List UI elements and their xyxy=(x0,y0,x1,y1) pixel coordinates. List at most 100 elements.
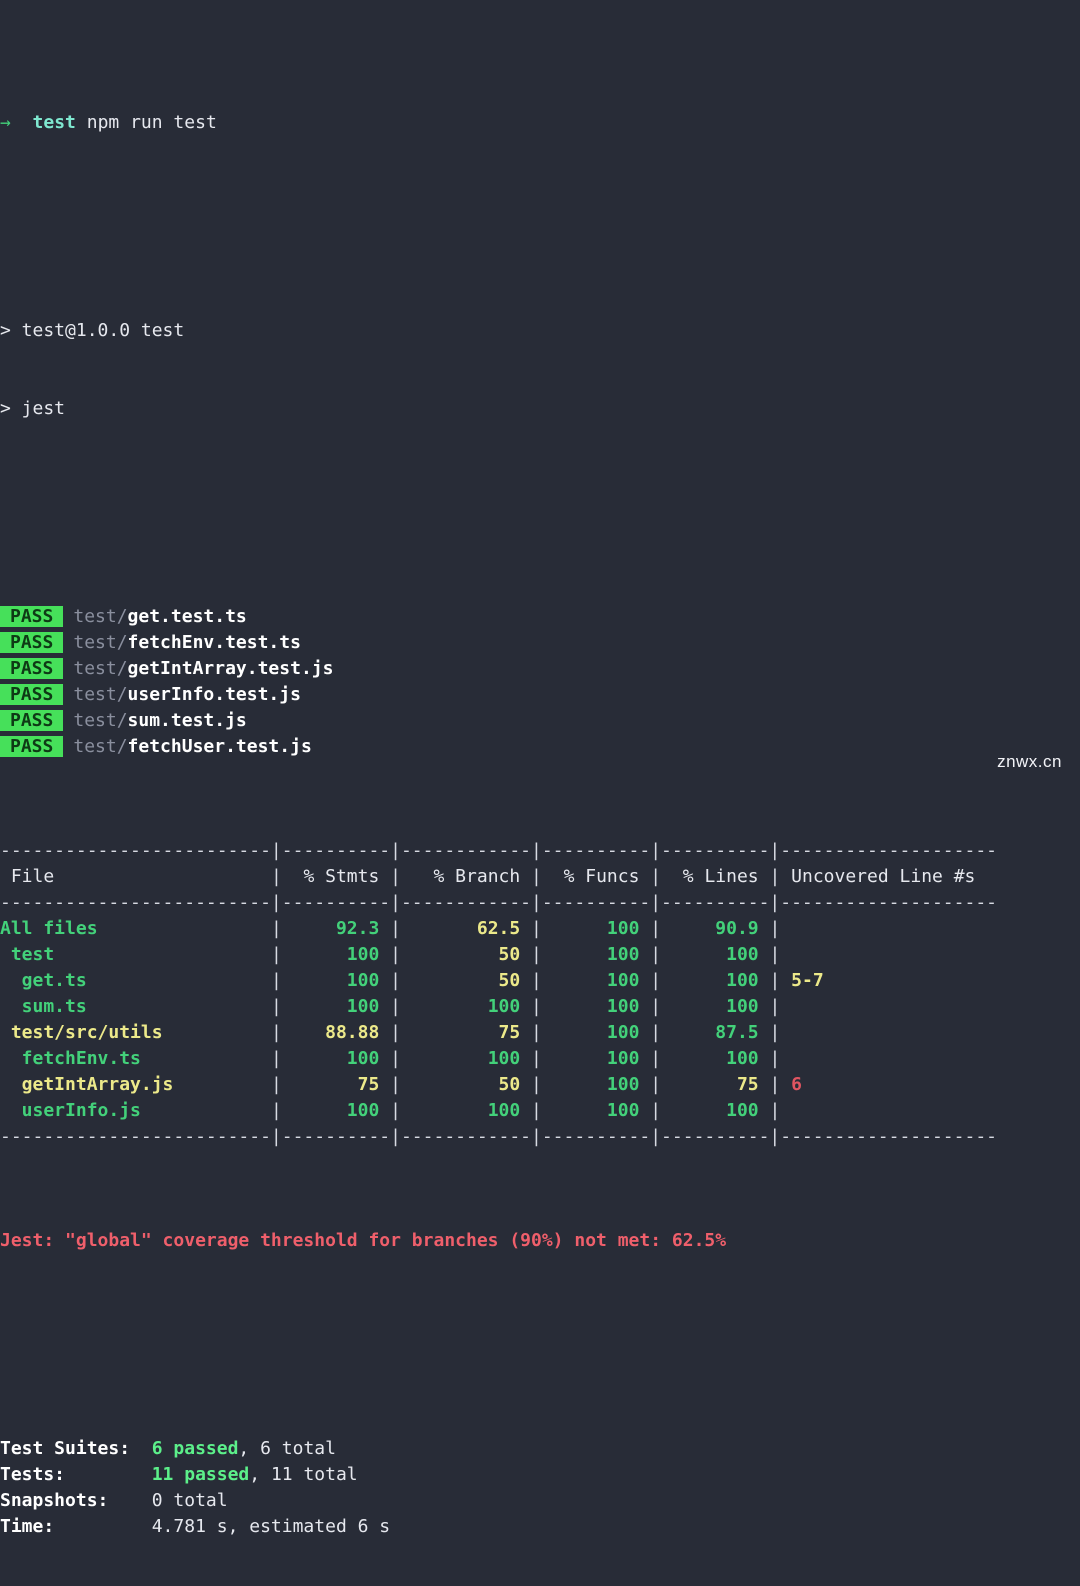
prompt-cwd: test xyxy=(32,112,76,133)
cell-lines: 100 xyxy=(661,1048,770,1069)
suite-dir: test/ xyxy=(73,606,128,627)
cell-funcs: 100 xyxy=(541,918,651,939)
column-divider: | xyxy=(270,944,282,965)
test-suite-row: PASS test/getIntArray.test.js xyxy=(0,656,1080,682)
column-divider: | xyxy=(769,1048,781,1069)
cell-file: getIntArray.js xyxy=(0,1074,271,1095)
cell-lines: 90.9 xyxy=(661,918,770,939)
cell-file: userInfo.js xyxy=(0,1100,271,1121)
cell-branch: 50 xyxy=(401,944,532,965)
suite-dir: test/ xyxy=(73,684,128,705)
suite-file: fetchEnv.test.ts xyxy=(127,632,301,653)
column-divider: | xyxy=(531,944,542,965)
column-divider: | xyxy=(650,996,662,1017)
column-divider: | xyxy=(650,944,662,965)
cell-funcs: 100 xyxy=(541,1100,651,1121)
cell-uncovered: 5-7 xyxy=(780,970,824,991)
cell-branch: 50 xyxy=(401,970,532,991)
table-row: test | 100 | 50 | 100 | 100 | xyxy=(0,942,1080,968)
suite-file: userInfo.test.js xyxy=(127,684,301,705)
column-divider: | xyxy=(650,1074,662,1095)
prompt-arrow-icon: → xyxy=(0,112,11,133)
cell-file: All files xyxy=(0,918,271,939)
suite-file: getIntArray.test.js xyxy=(127,658,334,679)
cell-lines: 100 xyxy=(661,944,770,965)
prompt-command: npm run test xyxy=(86,112,217,133)
column-divider: | xyxy=(769,1100,781,1121)
column-divider: | xyxy=(769,1022,781,1043)
column-divider: | xyxy=(650,1048,662,1069)
header-stmts: % Stmts xyxy=(281,866,391,887)
cell-branch: 50 xyxy=(401,1074,532,1095)
cell-funcs: 100 xyxy=(541,1074,651,1095)
column-divider: | xyxy=(390,1100,401,1121)
column-divider: | xyxy=(531,866,542,887)
prompt-gap xyxy=(11,112,33,133)
column-divider: | xyxy=(650,1100,662,1121)
column-divider: | xyxy=(769,970,781,991)
column-divider: | xyxy=(531,970,542,991)
summary-rest: , 11 total xyxy=(249,1464,358,1485)
suite-dir: test/ xyxy=(73,736,128,757)
cell-file: get.ts xyxy=(0,970,271,991)
cell-branch: 75 xyxy=(401,1022,532,1043)
cell-file: sum.ts xyxy=(0,996,271,1017)
cell-lines: 100 xyxy=(661,970,770,991)
header-branch: % Branch xyxy=(401,866,532,887)
column-divider: | xyxy=(390,970,401,991)
run-summary: Test Suites: 6 passed, 6 total Tests: 11 … xyxy=(0,1436,1080,1540)
column-divider: | xyxy=(390,944,401,965)
coverage-table: -------------------------|----------|---… xyxy=(0,838,1080,1150)
cell-stmts: 100 xyxy=(281,996,391,1017)
cell-branch: 100 xyxy=(401,1048,532,1069)
cell-stmts: 88.88 xyxy=(281,1022,391,1043)
column-divider: | xyxy=(270,996,282,1017)
column-divider: | xyxy=(531,1100,542,1121)
threshold-error: Jest: "global" coverage threshold for br… xyxy=(0,1230,727,1251)
cell-branch: 100 xyxy=(401,1100,532,1121)
pass-badge: PASS xyxy=(0,658,64,679)
column-divider: | xyxy=(769,918,781,939)
table-separator: -------------------------|----------|---… xyxy=(0,892,997,913)
pass-badge: PASS xyxy=(0,710,64,731)
cell-lines: 87.5 xyxy=(661,1022,770,1043)
cell-stmts: 75 xyxy=(281,1074,391,1095)
summary-row: Time: 4.781 s, estimated 6 s xyxy=(0,1514,1080,1540)
pass-badge: PASS xyxy=(0,606,64,627)
cell-funcs: 100 xyxy=(541,970,651,991)
column-divider: | xyxy=(531,918,542,939)
cell-stmts: 100 xyxy=(281,1100,391,1121)
column-divider: | xyxy=(390,1074,401,1095)
column-divider: | xyxy=(769,996,781,1017)
suite-file: fetchUser.test.js xyxy=(127,736,312,757)
test-suite-row: PASS test/fetchUser.test.js xyxy=(0,734,1080,760)
summary-rest: , 6 total xyxy=(238,1438,336,1459)
column-divider: | xyxy=(390,918,401,939)
pass-badge: PASS xyxy=(0,736,64,757)
table-row: userInfo.js | 100 | 100 | 100 | 100 | xyxy=(0,1098,1080,1124)
summary-label: Test Suites: xyxy=(0,1438,152,1459)
suite-file: sum.test.js xyxy=(127,710,247,731)
table-row: test/src/utils | 88.88 | 75 | 100 | 87.5… xyxy=(0,1020,1080,1046)
column-divider: | xyxy=(531,1074,542,1095)
summary-label: Tests: xyxy=(0,1464,152,1485)
column-divider: | xyxy=(270,1100,282,1121)
cell-stmts: 100 xyxy=(281,970,391,991)
table-separator: -------------------------|----------|---… xyxy=(0,840,997,861)
cell-file: fetchEnv.ts xyxy=(0,1048,271,1069)
summary-row: Snapshots: 0 total xyxy=(0,1488,1080,1514)
header-funcs: % Funcs xyxy=(541,866,651,887)
cell-funcs: 100 xyxy=(541,944,651,965)
cell-stmts: 92.3 xyxy=(281,918,391,939)
test-suite-list: PASS test/get.test.ts PASS test/fetchEnv.te… xyxy=(0,604,1080,760)
cell-funcs: 100 xyxy=(541,996,651,1017)
column-divider: | xyxy=(531,1048,542,1069)
npm-line-1: > jest xyxy=(0,398,66,419)
npm-line-0: > test@1.0.0 test xyxy=(0,320,185,341)
column-divider: | xyxy=(650,866,662,887)
summary-rest: 0 total xyxy=(151,1490,228,1511)
column-divider: | xyxy=(270,866,282,887)
column-divider: | xyxy=(390,1048,401,1069)
table-row: sum.ts | 100 | 100 | 100 | 100 | xyxy=(0,994,1080,1020)
suite-dir: test/ xyxy=(73,658,128,679)
